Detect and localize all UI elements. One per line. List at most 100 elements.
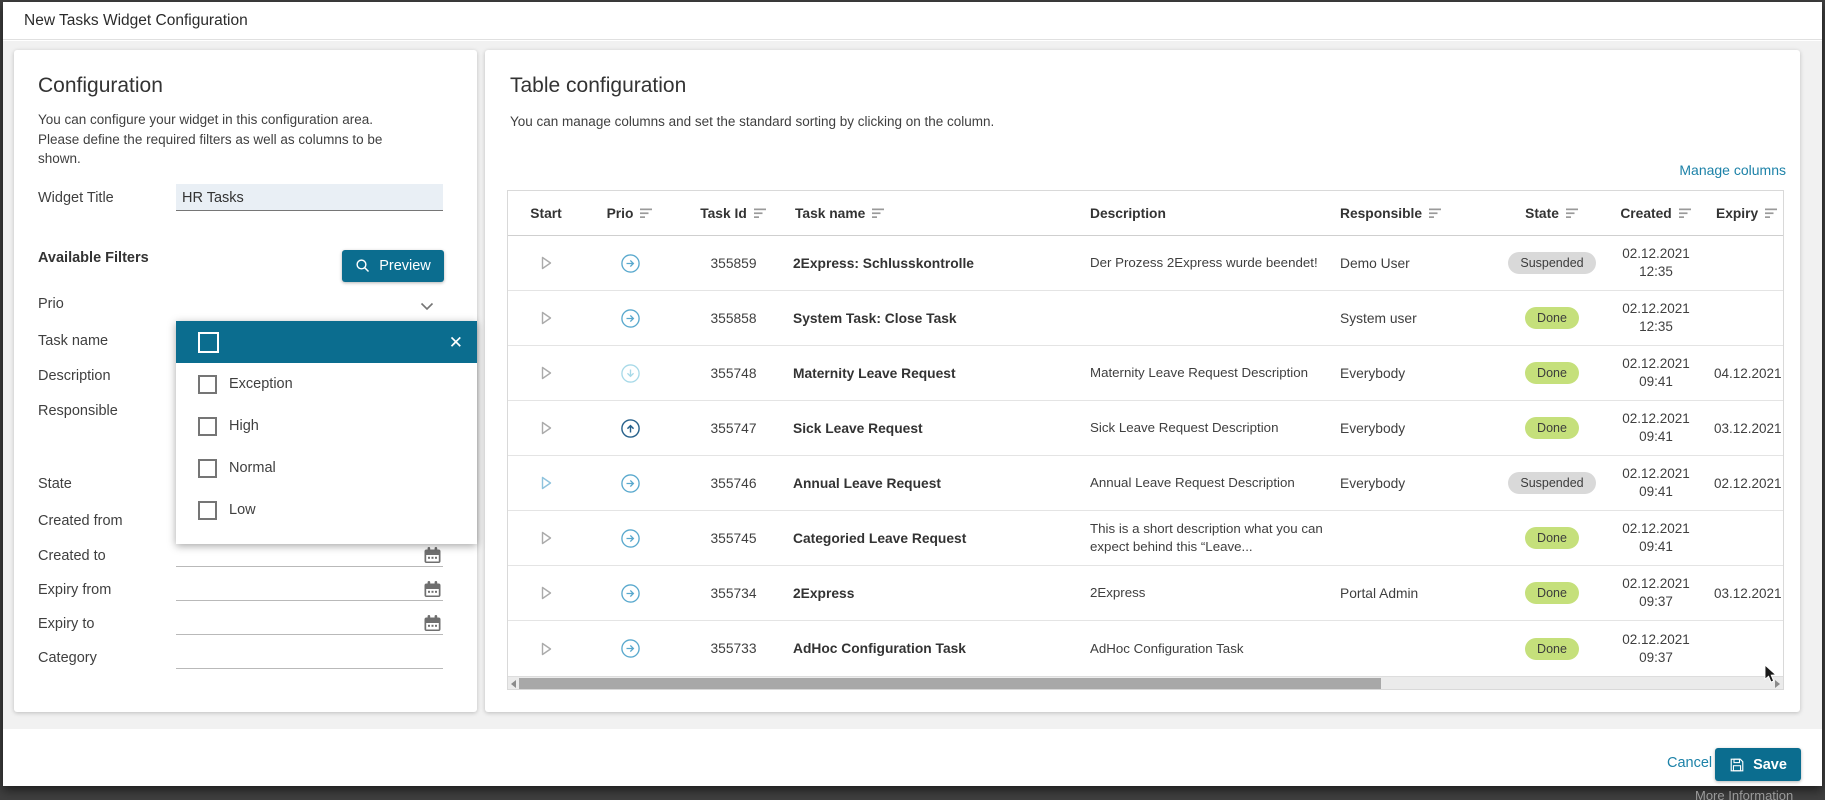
- status-badge: Suspended: [1508, 252, 1596, 274]
- start-task-button[interactable]: [508, 456, 584, 510]
- task-description: Annual Leave Request Description: [1090, 475, 1295, 491]
- table-row: 355733 AdHoc Configuration Task AdHoc Co…: [508, 621, 1783, 676]
- created-time: 09:37: [1639, 594, 1673, 609]
- save-floppy-icon: [1730, 758, 1744, 771]
- start-task-button[interactable]: [508, 401, 584, 455]
- created-date: 02.12.2021: [1622, 521, 1690, 537]
- task-id: 355858: [710, 310, 757, 326]
- widget-title-input[interactable]: [176, 184, 443, 211]
- task-name: 2Express: Schlusskontrolle: [793, 255, 974, 271]
- created-date: 02.12.2021: [1622, 246, 1690, 262]
- scrollbar-thumb[interactable]: [519, 678, 1381, 689]
- sort-icon: [753, 208, 766, 218]
- available-filters-label: Available Filters: [38, 250, 149, 266]
- status-badge: Suspended: [1508, 472, 1596, 494]
- created-time: 12:35: [1639, 319, 1673, 334]
- prio-dropdown-header: ✕: [176, 321, 477, 363]
- prio-option-exception[interactable]: Exception: [176, 363, 477, 405]
- task-name: AdHoc Configuration Task: [793, 641, 966, 656]
- column-header-prio[interactable]: Prio: [584, 191, 676, 235]
- prio-option-low[interactable]: Low: [176, 489, 477, 531]
- tasks-preview-table: Start Prio Task Id Task name Description…: [507, 190, 1784, 690]
- status-badge: Done: [1525, 637, 1579, 660]
- task-description: Maternity Leave Request Description: [1090, 365, 1309, 381]
- prio-normal-icon: [620, 528, 640, 548]
- start-task-button[interactable]: [508, 566, 584, 620]
- task-description: This is a short description what you can…: [1090, 521, 1323, 554]
- play-icon: [541, 421, 552, 435]
- option-label: Normal: [229, 460, 276, 476]
- calendar-icon[interactable]: [423, 546, 442, 565]
- start-task-button[interactable]: [508, 621, 584, 676]
- task-id: 355747: [710, 420, 757, 436]
- horizontal-scrollbar[interactable]: [508, 676, 1783, 689]
- column-header-state[interactable]: State: [1498, 191, 1606, 235]
- expiry-to-input[interactable]: [176, 634, 443, 635]
- cancel-button[interactable]: Cancel: [1667, 755, 1712, 771]
- tasks-widget-configuration-dialog: New Tasks Widget Configuration Configura…: [3, 2, 1822, 786]
- task-description: Der Prozess 2Express wurde beendet!: [1090, 255, 1318, 271]
- start-task-button[interactable]: [508, 346, 584, 400]
- task-responsible: Everybody: [1340, 365, 1406, 381]
- task-name: System Task: Close Task: [793, 310, 957, 326]
- prio-option-high[interactable]: High: [176, 405, 477, 447]
- prio-option-normal[interactable]: Normal: [176, 447, 477, 489]
- column-header-start[interactable]: Start: [508, 191, 584, 235]
- task-name: Sick Leave Request: [793, 420, 923, 436]
- status-badge: Done: [1525, 417, 1579, 439]
- table-configuration-panel: Table configuration You can manage colum…: [485, 50, 1800, 712]
- search-icon: [356, 259, 370, 273]
- sort-icon: [1429, 208, 1442, 218]
- checkbox-icon[interactable]: [198, 458, 217, 478]
- calendar-icon[interactable]: [423, 614, 442, 633]
- manage-columns-link[interactable]: Manage columns: [1679, 162, 1786, 178]
- created-to-input[interactable]: [176, 566, 443, 567]
- column-header-expiry[interactable]: Expiry: [1706, 191, 1783, 235]
- created-date: 02.12.2021: [1622, 631, 1690, 647]
- sort-icon: [1565, 208, 1578, 218]
- column-header-task-name[interactable]: Task name: [791, 191, 1086, 235]
- task-expiry: 04.12.2021 0: [1714, 365, 1783, 381]
- created-time: 09:41: [1639, 484, 1673, 499]
- column-header-created[interactable]: Created: [1606, 191, 1706, 235]
- chevron-down-icon[interactable]: [420, 302, 434, 311]
- close-icon[interactable]: ✕: [449, 334, 463, 351]
- task-description: Sick Leave Request Description: [1090, 420, 1279, 436]
- task-name: Annual Leave Request: [793, 475, 941, 491]
- task-expiry: [1706, 511, 1783, 565]
- scroll-left-arrow-icon[interactable]: [511, 680, 516, 688]
- task-id: 355746: [710, 475, 757, 491]
- task-id: 355734: [710, 585, 757, 601]
- created-date: 02.12.2021: [1622, 576, 1690, 592]
- select-all-checkbox[interactable]: [198, 331, 219, 353]
- checkbox-icon[interactable]: [198, 374, 217, 394]
- filter-label-responsible: Responsible: [38, 403, 118, 419]
- column-header-task-id[interactable]: Task Id: [676, 191, 791, 235]
- preview-button[interactable]: Preview: [342, 250, 444, 282]
- task-responsible: Everybody: [1340, 420, 1406, 436]
- table-row: 355748 Maternity Leave Request Maternity…: [508, 346, 1783, 401]
- category-input[interactable]: [176, 668, 443, 669]
- column-header-responsible[interactable]: Responsible: [1336, 191, 1498, 235]
- option-label: Exception: [229, 376, 293, 392]
- start-task-button[interactable]: [508, 236, 584, 290]
- sort-icon: [1678, 208, 1691, 218]
- task-name: 2Express: [793, 585, 855, 601]
- filter-label-description: Description: [38, 368, 111, 384]
- task-expiry: 03.12.2021 0: [1714, 420, 1783, 436]
- start-task-button[interactable]: [508, 511, 584, 565]
- save-button[interactable]: Save: [1715, 748, 1801, 781]
- checkbox-icon[interactable]: [198, 500, 217, 520]
- checkbox-icon[interactable]: [198, 416, 217, 436]
- task-id: 355745: [710, 530, 757, 546]
- column-header-description[interactable]: Description: [1086, 191, 1336, 235]
- play-icon: [541, 642, 552, 655]
- table-row: 355859 2Express: Schlusskontrolle Der Pr…: [508, 236, 1783, 291]
- calendar-icon[interactable]: [423, 580, 442, 599]
- status-badge: Done: [1525, 362, 1579, 384]
- dialog-titlebar: New Tasks Widget Configuration: [3, 2, 1822, 40]
- preview-button-label: Preview: [379, 258, 431, 274]
- start-task-button[interactable]: [508, 291, 584, 345]
- created-date: 02.12.2021: [1622, 356, 1690, 372]
- expiry-from-input[interactable]: [176, 600, 443, 601]
